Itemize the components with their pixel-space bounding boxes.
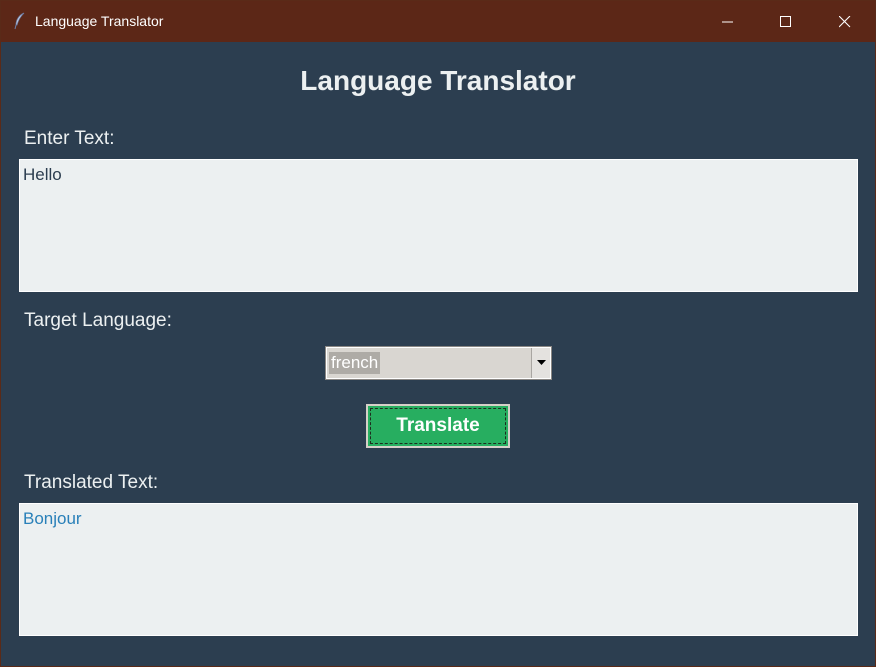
window-title: Language Translator	[35, 13, 164, 29]
minimize-icon	[722, 21, 733, 22]
enter-text-label: Enter Text:	[24, 128, 115, 149]
app-window: Language Translator Language Translator …	[0, 0, 876, 667]
translate-button-label: Translate	[396, 415, 480, 436]
target-language-dropdown[interactable]: french	[325, 346, 552, 380]
translated-text-label: Translated Text:	[24, 472, 159, 493]
maximize-icon	[780, 15, 791, 27]
selected-language: french	[329, 352, 381, 374]
maximize-button[interactable]	[757, 1, 815, 42]
input-text-area[interactable]: Hello	[19, 159, 858, 292]
title-bar[interactable]: Language Translator	[1, 1, 875, 42]
close-button[interactable]	[816, 1, 874, 42]
target-language-label: Target Language:	[24, 310, 172, 331]
minimize-button[interactable]	[699, 1, 757, 42]
feather-icon	[14, 12, 25, 30]
dropdown-arrow-button[interactable]	[531, 348, 550, 378]
close-icon	[839, 15, 851, 27]
output-text-area[interactable]: Bonjour	[19, 503, 858, 636]
translate-button[interactable]: Translate	[366, 404, 510, 448]
app-heading: Language Translator	[300, 65, 576, 96]
chevron-down-icon	[536, 360, 546, 365]
